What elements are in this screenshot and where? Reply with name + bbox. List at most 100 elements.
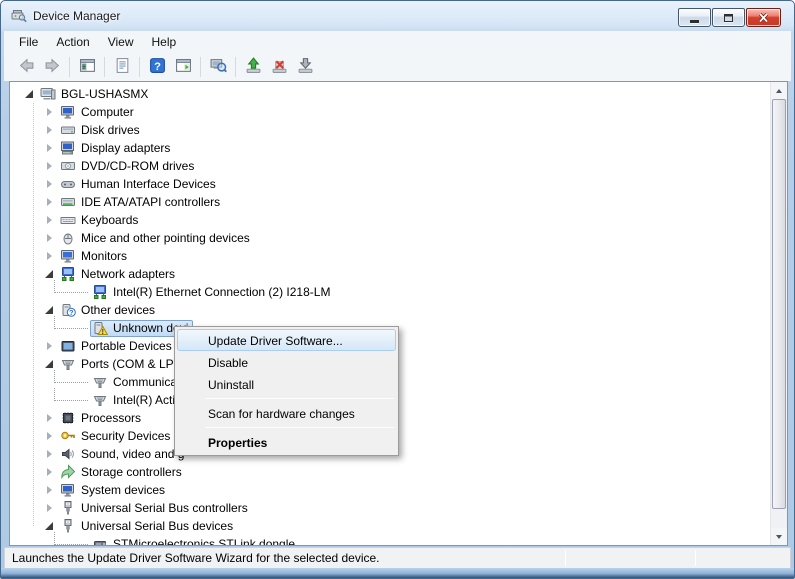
tree-expander-collapsed[interactable]	[42, 248, 58, 264]
contextmenu-item-disable[interactable]: Disable	[177, 351, 396, 373]
contextmenu-item-properties[interactable]: Properties	[177, 431, 396, 453]
tree-expander-collapsed[interactable]	[42, 410, 58, 426]
toolbar-back-button[interactable]	[14, 55, 38, 79]
menu-help[interactable]: Help	[143, 32, 186, 52]
menubar: FileActionViewHelp	[4, 31, 791, 52]
tree-expander-collapsed[interactable]	[42, 482, 58, 498]
tree-item-label: Storage controllers	[81, 465, 182, 479]
statusbar-separator	[695, 550, 696, 566]
tree-item-label: IDE ATA/ATAPI controllers	[81, 195, 220, 209]
tree-row: !Unknown devi	[54, 319, 769, 337]
tree-item[interactable]: Sound, video and g	[58, 446, 189, 463]
tree-item-label: Computer	[81, 105, 134, 119]
tree-expander-expanded[interactable]	[22, 86, 38, 102]
tree-item[interactable]: BGL-USHASMX	[38, 86, 153, 103]
tree-item-label: Security Devices	[81, 429, 170, 443]
titlebar[interactable]: Device Manager	[1, 1, 794, 31]
contextmenu-item-update-driver-software[interactable]: Update Driver Software...	[177, 329, 396, 351]
contextmenu-item-uninstall[interactable]: Uninstall	[177, 373, 396, 395]
tree-item[interactable]: Security Devices	[58, 428, 175, 445]
tree-item-label: Network adapters	[81, 267, 175, 281]
tree-item[interactable]: Disk drives	[58, 122, 145, 139]
tree-item[interactable]: Computer	[58, 104, 139, 121]
tree-expander-collapsed[interactable]	[42, 212, 58, 228]
tree-item[interactable]: Keyboards	[58, 212, 143, 229]
vertical-scrollbar[interactable]	[770, 82, 787, 545]
tree-row: STMicroelectronics STLink dongle	[54, 535, 769, 546]
tree-expander-collapsed[interactable]	[42, 140, 58, 156]
tree-item-label: DVD/CD-ROM drives	[81, 159, 194, 173]
toolbar-separator	[200, 57, 201, 77]
tree-item[interactable]: Universal Serial Bus controllers	[58, 500, 253, 517]
tree-item[interactable]: Display adapters	[58, 140, 175, 157]
tree-item[interactable]: System devices	[58, 482, 170, 499]
scroll-up-button[interactable]	[771, 82, 787, 99]
minimize-icon	[690, 20, 699, 23]
scroll-up-icon	[776, 89, 782, 93]
scroll-down-button[interactable]	[771, 528, 787, 545]
tree-item[interactable]: Intel(R) Ethernet Connection (2) I218-LM	[90, 284, 335, 301]
context-menu-separator	[205, 427, 394, 428]
tree-item[interactable]: Human Interface Devices	[58, 176, 221, 193]
status-text: Launches the Update Driver Software Wiza…	[12, 551, 380, 565]
monitor-icon	[60, 248, 76, 264]
scrollbar-thumb[interactable]	[772, 99, 786, 509]
toolbar-update-driver-software-button[interactable]	[241, 55, 265, 79]
toolbar-forward-button[interactable]	[40, 55, 64, 79]
toolbar-show-hide-console-tree-button[interactable]	[75, 55, 99, 79]
tree-expander-collapsed[interactable]	[42, 176, 58, 192]
tree-expander-collapsed[interactable]	[42, 230, 58, 246]
portable-device-icon	[60, 338, 76, 354]
tree-expander-collapsed[interactable]	[42, 104, 58, 120]
disable-icon	[297, 57, 314, 77]
toolbar-help-button[interactable]: ?	[145, 55, 169, 79]
show-hide-console-tree-icon	[79, 57, 96, 77]
contextmenu-item-scan-for-hardware-changes[interactable]: Scan for hardware changes	[177, 402, 396, 424]
tree-item[interactable]: STMicroelectronics STLink dongle	[90, 536, 300, 547]
statusbar-separator	[565, 550, 566, 566]
toolbar-scan-hardware-changes-button[interactable]	[206, 55, 230, 79]
tree-row: Human Interface Devices	[42, 175, 769, 193]
network-adapter-icon	[92, 284, 108, 300]
tree-item[interactable]: Portable Devices	[58, 338, 177, 355]
tree-item[interactable]: Mice and other pointing devices	[58, 230, 255, 247]
unknown-warning-icon: !	[92, 320, 108, 336]
close-button[interactable]	[746, 8, 781, 27]
tree-expander-collapsed[interactable]	[42, 464, 58, 480]
tree-row: Universal Serial Bus devices	[42, 517, 769, 535]
tree-expander-collapsed[interactable]	[42, 194, 58, 210]
toolbar-properties-button[interactable]	[110, 55, 134, 79]
tree-item[interactable]: DVD/CD-ROM drives	[58, 158, 199, 175]
back-icon	[18, 57, 35, 77]
menu-file[interactable]: File	[10, 32, 47, 52]
tree-item[interactable]: Processors	[58, 410, 146, 427]
dvd-drive-icon	[60, 158, 76, 174]
tree-item-label: Portable Devices	[81, 339, 172, 353]
speaker-icon	[60, 446, 76, 462]
tree-row: Storage controllers	[42, 463, 769, 481]
toolbar-disable-button[interactable]	[293, 55, 317, 79]
tree-row: Network adapters	[42, 265, 769, 283]
tree-expander-collapsed[interactable]	[42, 158, 58, 174]
window-controls	[678, 8, 781, 27]
toolbar-show-action-pane-button[interactable]	[171, 55, 195, 79]
hid-device-icon	[60, 176, 76, 192]
maximize-icon	[724, 14, 733, 22]
maximize-button[interactable]	[712, 8, 745, 27]
tree-expander-collapsed[interactable]	[42, 446, 58, 462]
toolbar-uninstall-button[interactable]	[267, 55, 291, 79]
statusbar: Launches the Update Driver Software Wiza…	[4, 547, 791, 569]
tree-row: Display adapters	[42, 139, 769, 157]
menu-action[interactable]: Action	[47, 32, 98, 52]
tree-item[interactable]: Storage controllers	[58, 464, 187, 481]
tree-item[interactable]: Monitors	[58, 248, 132, 265]
tree-item[interactable]: IDE ATA/ATAPI controllers	[58, 194, 225, 211]
tree-row: DVD/CD-ROM drives	[42, 157, 769, 175]
tree-row: Computer	[42, 103, 769, 121]
tree-expander-collapsed[interactable]	[42, 338, 58, 354]
minimize-button[interactable]	[678, 8, 711, 27]
menu-view[interactable]: View	[99, 32, 143, 52]
tree-expander-collapsed[interactable]	[42, 122, 58, 138]
tree-expander-collapsed[interactable]	[42, 428, 58, 444]
tree-expander-collapsed[interactable]	[42, 500, 58, 516]
